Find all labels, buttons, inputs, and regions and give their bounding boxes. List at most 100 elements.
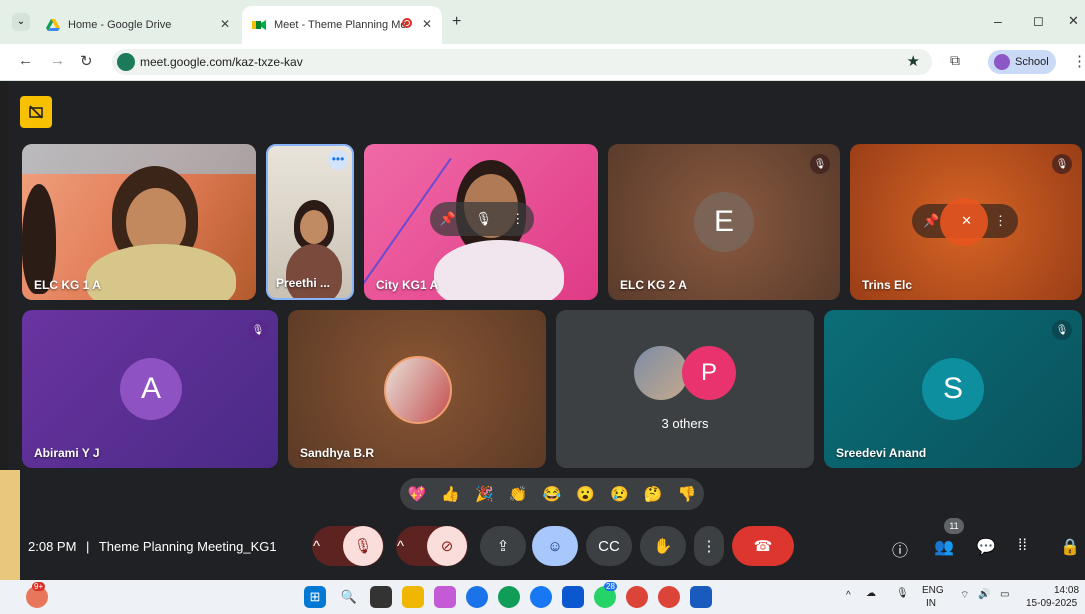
profile-avatar [994,54,1010,70]
avatar [384,356,452,424]
tab-meet[interactable]: Meet - Theme Planning Me ✕ [242,6,442,44]
forward-icon[interactable]: → [50,52,65,69]
maximize-button[interactable]: ◻ [1033,13,1044,29]
captions-button[interactable]: CC [586,526,632,566]
close-tab-icon[interactable]: ✕ [220,17,230,31]
reactions-button[interactable]: ☺ [532,526,578,566]
store-icon[interactable] [562,586,584,608]
camera-off-button[interactable]: ⊘ [427,526,467,566]
participant-name: Sreedevi Anand [836,446,927,460]
clock-time[interactable]: 14:08 [1054,585,1079,596]
reaction-thumbs-down-button[interactable]: 👎 [678,485,697,503]
camera-options-chevron-icon[interactable]: ^ [397,538,427,555]
participant-name: Preethi ... [276,276,331,290]
bookmark-star-icon[interactable]: ★ [907,52,920,70]
word-icon[interactable] [690,586,712,608]
participant-tile[interactable]: S 🎙 Sreedevi Anand [824,310,1082,468]
mic-tray-icon[interactable]: 🎙 [896,588,909,599]
wifi-icon[interactable]: ⌔ [960,589,969,602]
participant-tile[interactable]: 🎙 📌 ✕ ⋮ Trins Elc [850,144,1082,300]
tile-hover-controls: 📌 🎙 ⋮ [430,202,534,236]
participant-tile[interactable]: 📌 🎙 ⋮ City KG1 A [364,144,598,300]
others-tile[interactable]: P 3 others [556,310,814,468]
present-screen-button[interactable]: ⇪ [480,526,526,566]
hp-icon[interactable] [466,586,488,608]
more-options-icon[interactable]: ••• [328,150,348,170]
google-drive-icon [46,18,60,32]
minimize-button[interactable]: – [994,13,1002,29]
muted-mic-icon: 🎙 [248,320,268,340]
tab-title: Home - Google Drive [68,19,172,31]
reload-icon[interactable]: ↻ [80,52,93,70]
pin-icon[interactable]: 📌 [923,213,939,229]
profile-label: School [1015,56,1049,68]
reaction-thinking-button[interactable]: 🤔 [644,485,663,503]
pin-icon[interactable]: 📌 [440,211,456,227]
region-code: IN [926,598,936,609]
chrome-icon[interactable] [626,586,648,608]
participant-name: ELC KG 2 A [620,278,687,292]
reaction-heart-button[interactable]: 💖 [408,485,427,503]
meeting-details: 2:08 PM | Theme Planning Meeting_KG1 [28,539,277,554]
chat-icon[interactable]: 💬 [976,537,996,557]
start-menu-icon[interactable]: ⊞ [304,586,326,608]
copilot-icon[interactable] [434,586,456,608]
site-info-icon[interactable] [117,53,135,71]
battery-icon[interactable]: ▭ [1000,589,1009,600]
reaction-sad-button[interactable]: 😢 [610,485,629,503]
reaction-thumbs-up-button[interactable]: 👍 [441,485,460,503]
close-window-button[interactable]: ✕ [1068,13,1079,29]
raise-hand-button[interactable]: ✋ [640,526,686,566]
more-options-button[interactable]: ⋮ [694,526,724,566]
tray-expand-icon[interactable]: ^ [846,590,851,601]
edge-icon[interactable] [498,586,520,608]
mic-options-chevron-icon[interactable]: ^ [313,538,343,555]
volume-icon[interactable]: 🔊 [978,589,990,600]
mute-participant-icon[interactable]: 🎙 [475,211,492,227]
leave-call-button[interactable]: ☎ [732,526,794,566]
reaction-surprised-button[interactable]: 😮 [576,485,595,503]
tab-search-button[interactable]: ⌄ [12,13,30,31]
desktop-background-strip [0,470,20,580]
google-meet-icon [252,18,266,32]
facebook-icon[interactable] [530,586,552,608]
host-controls-icon[interactable]: 🔒 [1060,537,1080,557]
participant-tile[interactable]: ELC KG 1 A [22,144,256,300]
participant-tile[interactable]: Sandhya B.R [288,310,546,468]
close-tab-icon[interactable]: ✕ [422,17,432,31]
participant-name: ELC KG 1 A [34,278,101,292]
reaction-party-button[interactable]: 🎉 [475,485,494,503]
participant-name: Abirami Y J [34,446,100,460]
url-bar[interactable]: meet.google.com/kaz-txze-kav ★ [112,49,932,75]
participant-tile[interactable]: A 🎙 Abirami Y J [22,310,278,468]
menu-dots-icon[interactable]: ⋮ [1072,52,1085,70]
meeting-info-icon[interactable]: ⓘ [892,537,908,561]
file-explorer-icon[interactable] [402,586,424,608]
new-tab-button[interactable]: + [452,13,461,31]
mic-off-button[interactable]: 🎙 [343,526,383,566]
reaction-laugh-button[interactable]: 😂 [543,485,562,503]
extensions-icon[interactable]: ⧉ [950,52,960,69]
language-code[interactable]: ENG [922,585,944,596]
profile-button[interactable]: School [988,50,1056,74]
participant-tile[interactable]: E 🎙 ELC KG 2 A [608,144,840,300]
notification-badge: 9+ [32,582,46,591]
task-view-icon[interactable] [370,586,392,608]
activities-icon[interactable]: ⁞⁞ [1018,537,1027,555]
muted-mic-icon: 🎙 [810,154,830,174]
onedrive-icon[interactable]: ☁ [866,588,876,599]
search-icon[interactable]: 🔍 [338,586,360,608]
reaction-clap-button[interactable]: 👏 [509,485,528,503]
chrome-profile-icon[interactable] [658,586,680,608]
tile-hover-controls: 📌 ✕ ⋮ [912,198,1018,246]
meet-host-indicator-icon[interactable] [20,96,52,128]
tab-google-drive[interactable]: Home - Google Drive ✕ [36,6,240,44]
participant-tile-pinned[interactable]: ••• Preethi ... [266,144,354,300]
more-options-icon[interactable]: ⋮ [511,211,524,227]
unpin-icon[interactable]: ✕ [961,213,972,229]
people-icon[interactable]: 👥 [934,537,954,557]
more-options-icon[interactable]: ⋮ [994,213,1007,229]
meeting-controls-bar: 2:08 PM | Theme Planning Meeting_KG1 ^ 🎙… [8,518,1085,578]
back-icon[interactable]: ← [18,52,33,69]
recording-icon [402,18,412,28]
